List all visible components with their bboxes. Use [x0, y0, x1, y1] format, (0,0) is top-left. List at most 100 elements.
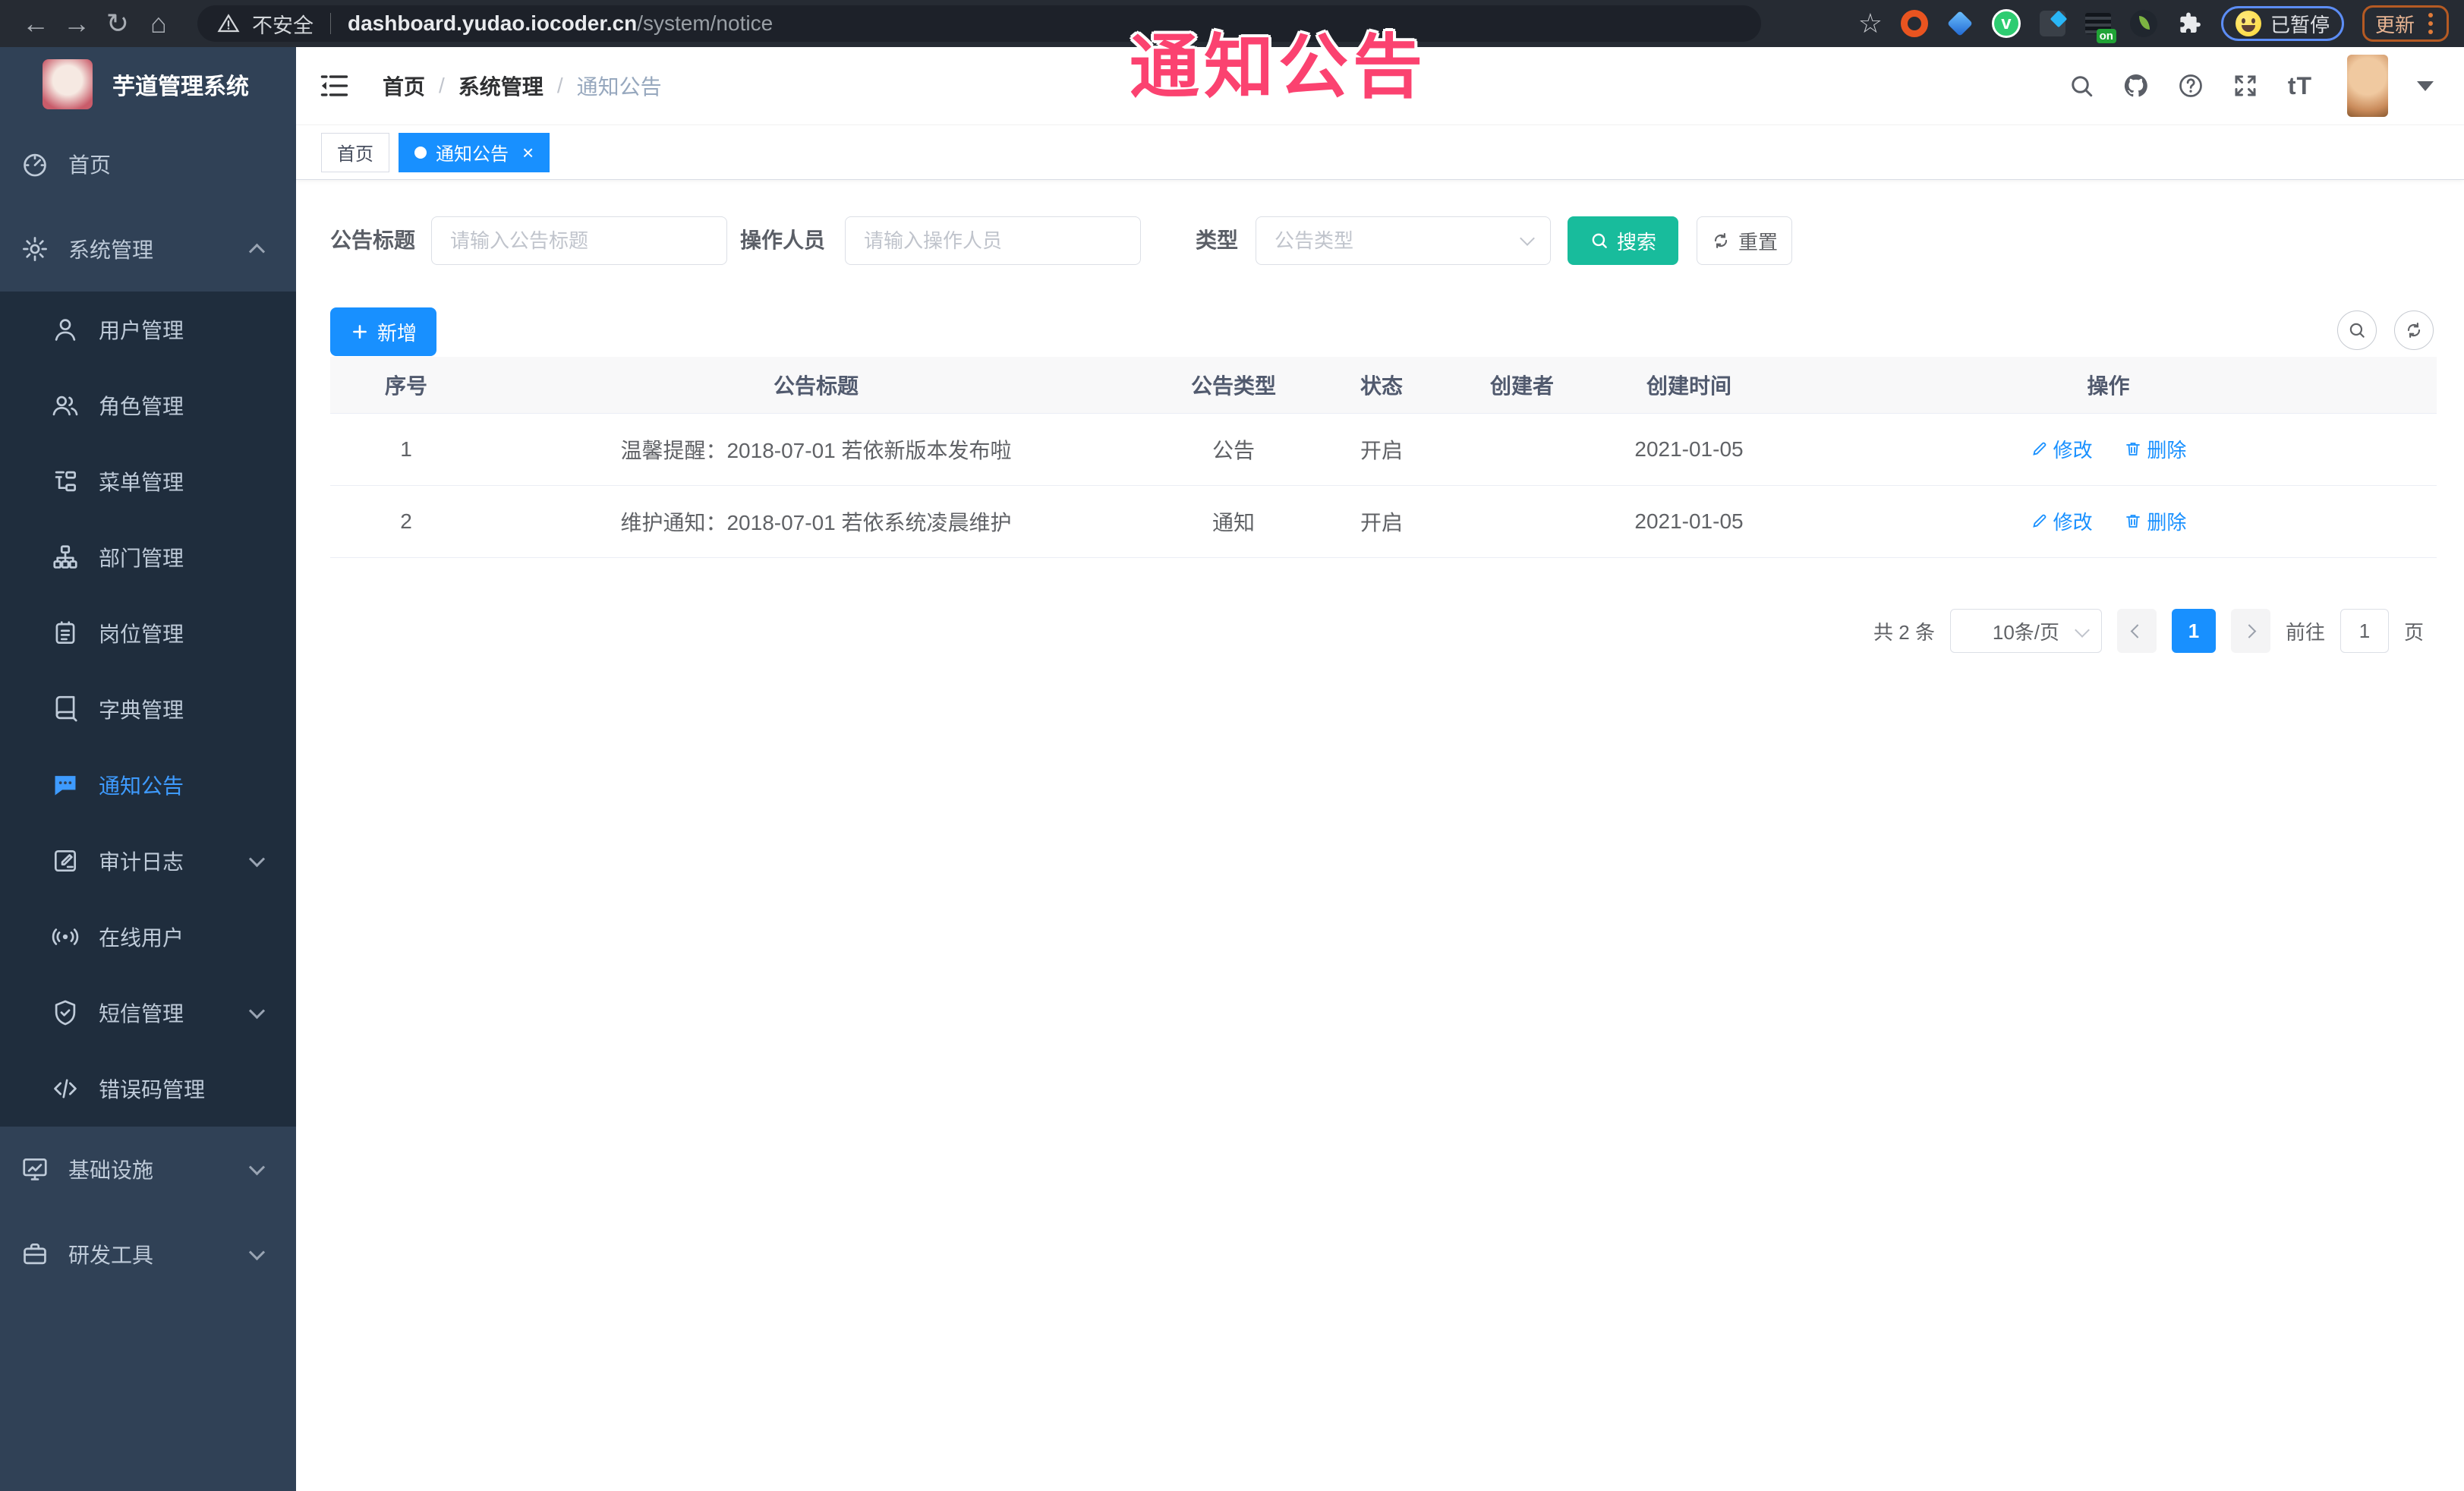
sidebar-item-dictionary[interactable]: 字典管理 [0, 671, 296, 747]
browser-menu-icon[interactable] [2428, 21, 2433, 26]
edit-link[interactable]: 修改 [2031, 507, 2093, 535]
sidebar-item-online-users[interactable]: 在线用户 [0, 899, 296, 975]
sidebar-item-dev-tools[interactable]: 研发工具 [0, 1212, 296, 1297]
sidebar-item-home[interactable]: 首页 [0, 121, 296, 206]
menu-tree-icon [49, 465, 82, 498]
dashboard-icon [18, 147, 52, 181]
extension-sprout-icon[interactable] [2129, 10, 2157, 37]
cell-creator [1446, 413, 1598, 486]
sidebar-collapse-icon[interactable] [317, 69, 351, 102]
tags-bar: 首页 通知公告 × [296, 125, 2464, 180]
tag-home[interactable]: 首页 [321, 132, 389, 172]
sidebar-item-sms[interactable]: 短信管理 [0, 975, 296, 1051]
operator-filter-input[interactable] [845, 216, 1141, 265]
avatar-caret-icon[interactable] [2417, 80, 2434, 91]
back-icon[interactable]: ← [15, 0, 56, 47]
sidebar-item-error-codes[interactable]: 错误码管理 [0, 1051, 296, 1127]
extension-grid-icon[interactable] [2039, 10, 2066, 37]
cell-creator [1446, 485, 1598, 558]
browser-update-button[interactable]: 更新 [2362, 5, 2449, 42]
delete-link[interactable]: 删除 [2124, 507, 2186, 535]
chevron-icon [248, 243, 266, 260]
fullscreen-icon[interactable] [2230, 71, 2261, 101]
title-filter-input[interactable] [431, 216, 727, 265]
bookmark-star-icon[interactable]: ☆ [1858, 8, 1883, 39]
breadcrumb-system[interactable]: 系统管理 [458, 71, 544, 101]
forward-icon[interactable]: → [56, 0, 97, 47]
next-page-button[interactable] [2230, 609, 2270, 653]
cell-created: 2021-01-05 [1598, 485, 1780, 558]
breadcrumb-home[interactable]: 首页 [383, 71, 425, 101]
sidebar-item-system[interactable]: 系统管理 [0, 206, 296, 292]
edit-pencil-icon [2032, 442, 2046, 455]
chevron-left-icon [2131, 623, 2145, 638]
page-unit-label: 页 [2403, 620, 2424, 644]
help-icon[interactable] [2176, 71, 2206, 101]
table-header: 序号 公告标题 公告类型 状态 创建者 创建时间 操作 [330, 357, 2437, 414]
sidebar-item-departments[interactable]: 部门管理 [0, 519, 296, 595]
url-text[interactable]: dashboard.yudao.iocoder.cn/system/notice [348, 11, 773, 36]
sidebar-item-posts[interactable]: 岗位管理 [0, 595, 296, 671]
search-button[interactable]: 搜索 [1568, 216, 1678, 265]
tag-notice[interactable]: 通知公告 × [399, 132, 550, 172]
sidebar-item-roles[interactable]: 角色管理 [0, 367, 296, 443]
sidebar-item-users[interactable]: 用户管理 [0, 292, 296, 367]
prev-page-button[interactable] [2116, 609, 2157, 653]
font-size-icon[interactable]: tT [2285, 71, 2315, 101]
close-icon[interactable]: × [522, 143, 534, 162]
extension-list-icon[interactable]: on [2084, 10, 2116, 43]
extensions-puzzle-icon[interactable] [2176, 10, 2203, 37]
delete-link[interactable]: 删除 [2124, 435, 2186, 463]
sidebar-menu-top: 首页 系统管理 [0, 121, 296, 292]
extension-green-icon[interactable]: v [1991, 9, 2021, 38]
reload-icon[interactable]: ↻ [97, 0, 138, 47]
cell-title: 维护通知：2018-07-01 若依系统凌晨维护 [482, 485, 1150, 558]
column-creator: 创建者 [1446, 357, 1598, 414]
sidebar-item-notice[interactable]: 通知公告 [0, 747, 296, 823]
security-label[interactable]: 不安全 [252, 9, 314, 39]
edit-link[interactable]: 修改 [2031, 435, 2093, 463]
sidebar-item-infrastructure[interactable]: 基础设施 [0, 1127, 296, 1212]
edit-pencil-icon [2032, 514, 2046, 528]
column-ops: 操作 [1780, 357, 2437, 414]
extension-gem-icon[interactable] [1946, 10, 1974, 37]
cell-status: 开启 [1317, 485, 1446, 558]
sidebar-logo-row[interactable]: 芋道管理系统 [0, 47, 296, 121]
user-avatar[interactable] [2347, 55, 2388, 117]
reset-button[interactable]: 重置 [1697, 216, 1792, 265]
audit-log-icon [49, 844, 82, 878]
column-title: 公告标题 [482, 357, 1150, 414]
profile-paused-chip[interactable]: 已暂停 [2220, 6, 2344, 41]
toggle-search-button[interactable] [2337, 310, 2377, 350]
extension-orange-icon[interactable] [1900, 10, 1928, 37]
sidebar: 芋道管理系统 首页 系统管理 用户管理 角色管理 菜单管理 部门管理 岗位管理 … [0, 47, 296, 1491]
trash-icon [2126, 443, 2141, 456]
sidebar-item-menus[interactable]: 菜单管理 [0, 443, 296, 519]
pagination: 共 2 条 10条/页 1 前往 页 [1873, 609, 2424, 653]
address-bar[interactable]: 不安全 dashboard.yudao.iocoder.cn/system/no… [197, 5, 1761, 42]
dictionary-icon [49, 692, 82, 726]
cell-type: 通知 [1150, 485, 1317, 558]
sidebar-item-audit-log[interactable]: 审计日志 [0, 823, 296, 899]
profile-emoji-avatar [2235, 11, 2261, 36]
error-code-icon [49, 1072, 82, 1105]
github-icon[interactable] [2121, 71, 2151, 101]
type-filter-select-input[interactable] [1256, 216, 1551, 265]
gear-icon [18, 232, 52, 266]
breadcrumb-current: 通知公告 [576, 75, 662, 99]
search-icon [2349, 323, 2365, 338]
refresh-icon [2407, 323, 2421, 338]
trash-icon [2126, 515, 2141, 528]
chevron-right-icon [2242, 623, 2257, 638]
goto-page-input[interactable] [2340, 609, 2389, 653]
type-filter-select[interactable] [1256, 216, 1551, 265]
home-icon[interactable]: ⌂ [138, 0, 179, 47]
current-page-button[interactable]: 1 [2171, 609, 2216, 653]
announcement-icon [49, 768, 82, 802]
add-button[interactable]: 新增 [330, 307, 436, 356]
refresh-table-button[interactable] [2394, 310, 2434, 350]
page-size-select[interactable]: 10条/页 [1949, 609, 2102, 653]
cell-status: 开启 [1317, 413, 1446, 486]
search-icon[interactable] [2066, 71, 2097, 101]
annotation-title: 通知公告 [1130, 29, 1428, 106]
